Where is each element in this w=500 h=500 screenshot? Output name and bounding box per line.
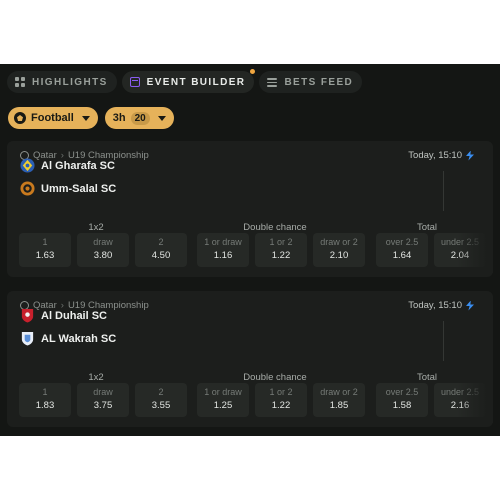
odd-label: 1 or 2 (269, 237, 293, 247)
odd-button-1-or-draw[interactable]: 1 or draw 1.16 (197, 233, 249, 267)
odd-label: 2 (158, 237, 164, 247)
odd-button-1-or-draw[interactable]: 1 or draw 1.25 (197, 383, 249, 417)
tab-bets-feed[interactable]: BETS FEED (259, 71, 363, 93)
odd-label: over 2.5 (385, 237, 419, 247)
chevron-down-icon (157, 115, 166, 121)
tab-bar: HIGHLIGHTS EVENT BUILDER BETS FEED (7, 69, 363, 93)
odd-label: 1 or draw (204, 237, 242, 247)
home-team-name: Al Duhail SC (41, 309, 108, 322)
odd-value: 1.63 (35, 250, 55, 261)
odd-label: draw or 2 (320, 387, 358, 397)
market-1x2-label: 1x2 (88, 372, 104, 383)
odd-label: over 2.5 (385, 387, 419, 397)
odd-value: 1.22 (271, 400, 291, 411)
odd-value: 3.55 (151, 400, 171, 411)
odd-button-draw[interactable]: draw 3.80 (77, 233, 129, 267)
time-filter-count: 20 (130, 111, 150, 125)
odd-value: 1.16 (213, 250, 233, 261)
football-icon (14, 112, 26, 124)
time-filter-dropdown[interactable]: 3h 20 (104, 107, 174, 129)
odd-label: 2 (158, 387, 164, 397)
notification-dot (250, 69, 256, 74)
odd-value: 1.22 (271, 250, 291, 261)
away-team: Umm-Salal SC (20, 181, 116, 196)
market-double-chance-label: Double chance (243, 372, 307, 383)
tab-highlights-label: HIGHLIGHTS (32, 76, 108, 88)
odd-label: draw (93, 237, 113, 247)
away-team: AL Wakrah SC (20, 331, 116, 346)
boost-icon (466, 150, 474, 161)
odd-button-draw-or-2[interactable]: draw or 2 1.85 (313, 383, 365, 417)
odd-value: 3.75 (93, 400, 113, 411)
scroll-fade (457, 379, 493, 423)
scroll-fade (457, 229, 493, 273)
odd-label: draw or 2 (320, 237, 358, 247)
home-team-name: Al Gharafa SC (41, 159, 115, 172)
odd-value: 2.10 (329, 250, 349, 261)
odd-button-over[interactable]: over 2.5 1.58 (376, 383, 428, 417)
odd-label: 1 (42, 237, 48, 247)
odd-value: 1.58 (392, 400, 412, 411)
tab-highlights[interactable]: HIGHLIGHTS (7, 71, 117, 93)
match-time: Today, 15:10 (408, 150, 474, 161)
al-gharafa-crest (20, 158, 35, 173)
boost-icon (466, 300, 474, 311)
match-card[interactable]: Qatar › U19 Championship Today, 15:10 Al… (7, 141, 493, 277)
tab-bets-feed-label: BETS FEED (284, 76, 354, 88)
match-time-label: Today, 15:10 (408, 150, 462, 161)
al-duhail-crest (21, 308, 34, 323)
odd-value: 4.50 (151, 250, 171, 261)
market-total-label: Total (416, 372, 438, 383)
bets-feed-icon (267, 77, 278, 87)
odd-value: 1.25 (213, 400, 233, 411)
time-filter-label: 3h (112, 112, 126, 124)
odd-value: 3.80 (93, 250, 113, 261)
market-1x2-label: 1x2 (88, 222, 104, 233)
away-team-name: Umm-Salal SC (41, 182, 117, 195)
home-team: Al Gharafa SC (20, 158, 115, 173)
odd-label: draw (93, 387, 113, 397)
odd-button-home[interactable]: 1 1.63 (19, 233, 71, 267)
odd-button-over[interactable]: over 2.5 1.64 (376, 233, 428, 267)
filter-bar: Football 3h 20 (8, 107, 174, 129)
match-time-label: Today, 15:10 (408, 300, 462, 311)
odd-value: 1.85 (329, 400, 349, 411)
odd-button-away[interactable]: 2 4.50 (135, 233, 187, 267)
sport-filter-dropdown[interactable]: Football (8, 107, 98, 129)
match-time: Today, 15:10 (408, 300, 474, 311)
home-team: Al Duhail SC (20, 308, 107, 323)
tab-event-builder-label: EVENT BUILDER (146, 76, 246, 88)
divider (443, 171, 444, 211)
chevron-down-icon (81, 115, 90, 121)
market-total-label: Total (416, 222, 438, 233)
odd-button-1-or-2[interactable]: 1 or 2 1.22 (255, 383, 307, 417)
highlights-icon (15, 77, 25, 87)
sportsbook-panel: HIGHLIGHTS EVENT BUILDER BETS FEED Footb… (0, 64, 500, 436)
odd-label: 1 (42, 387, 48, 397)
match-card[interactable]: Qatar › U19 Championship Today, 15:10 Al… (7, 291, 493, 427)
odd-button-draw-or-2[interactable]: draw or 2 2.10 (313, 233, 365, 267)
divider (443, 321, 444, 361)
odd-value: 1.64 (392, 250, 412, 261)
odd-label: 1 or 2 (269, 387, 293, 397)
odd-button-away[interactable]: 2 3.55 (135, 383, 187, 417)
odd-value: 1.83 (35, 400, 55, 411)
umm-salal-crest (20, 181, 35, 196)
odd-button-draw[interactable]: draw 3.75 (77, 383, 129, 417)
odd-button-home[interactable]: 1 1.83 (19, 383, 71, 417)
away-team-name: AL Wakrah SC (41, 332, 117, 345)
odd-button-1-or-2[interactable]: 1 or 2 1.22 (255, 233, 307, 267)
market-double-chance-label: Double chance (243, 222, 307, 233)
sport-filter-label: Football (31, 112, 74, 124)
event-builder-icon (129, 77, 140, 87)
odd-label: 1 or draw (204, 387, 242, 397)
al-wakrah-crest (21, 331, 34, 346)
tab-event-builder[interactable]: EVENT BUILDER (121, 69, 256, 93)
